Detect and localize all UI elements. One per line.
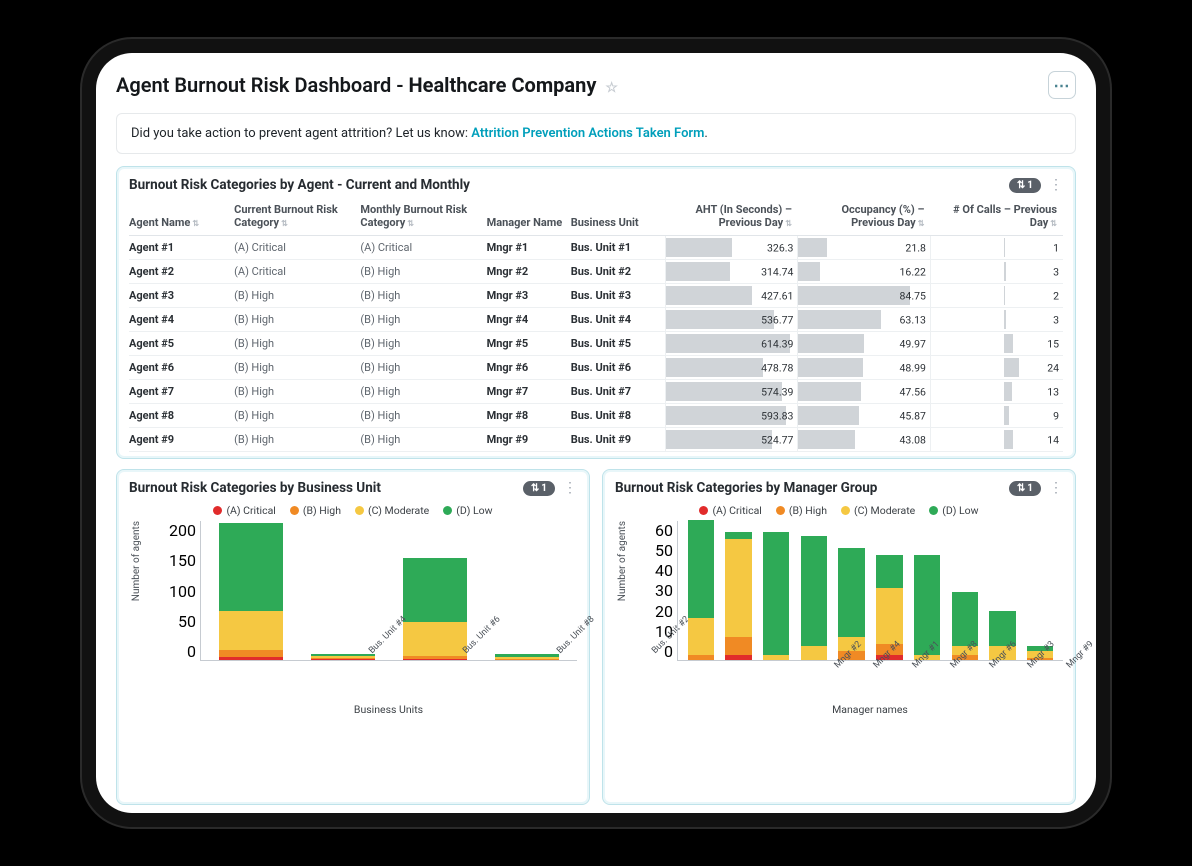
title-bar: Agent Burnout Risk Dashboard - Healthcar… xyxy=(116,71,1076,99)
col-occupancy[interactable]: Occupancy (%) – Previous Day⇅ xyxy=(798,199,931,236)
table-row[interactable]: Agent #4(B) High(B) HighMngr #4Bus. Unit… xyxy=(129,308,1063,332)
panel-menu-icon[interactable]: ⋮ xyxy=(1049,177,1063,193)
panel-menu-icon[interactable]: ⋮ xyxy=(1049,480,1063,496)
bar[interactable] xyxy=(205,523,297,660)
table-row[interactable]: Agent #6(B) High(B) HighMngr #6Bus. Unit… xyxy=(129,356,1063,380)
bu-chart-title: Burnout Risk Categories by Business Unit xyxy=(129,480,381,496)
x-axis-label: Business Units xyxy=(200,703,577,716)
x-axis-label: Manager names xyxy=(677,703,1063,716)
bar[interactable] xyxy=(757,532,795,660)
mgr-chart-title: Burnout Risk Categories by Manager Group xyxy=(615,480,877,496)
panel-menu-icon[interactable]: ⋮ xyxy=(563,480,577,496)
y-axis-label: Number of agents xyxy=(129,521,169,601)
mgr-chart-bars[interactable] xyxy=(677,521,1063,661)
sort-icon: ⇅ xyxy=(281,219,288,228)
bar[interactable] xyxy=(682,520,720,660)
col-calls[interactable]: # Of Calls – Previous Day⇅ xyxy=(930,199,1063,236)
action-banner: Did you take action to prevent agent att… xyxy=(116,113,1076,154)
bar[interactable] xyxy=(297,654,389,660)
col-agent-name[interactable]: Agent Name⇅ xyxy=(129,199,234,236)
panel-controls: ⇅1 ⋮ xyxy=(1009,177,1063,193)
table-header-row: Agent Name⇅ Current Burnout Risk Categor… xyxy=(129,199,1063,236)
filter-badge[interactable]: ⇅1 xyxy=(523,481,555,496)
mgr-chart-area: Number of agents 6050403020100 Mngr #2Mn… xyxy=(615,521,1063,798)
col-manager[interactable]: Manager Name xyxy=(487,199,571,236)
title-prefix: Agent Burnout Risk Dashboard - xyxy=(116,73,409,97)
favorite-star-icon[interactable]: ☆ xyxy=(605,80,618,96)
filter-icon: ⇅ xyxy=(1017,180,1025,191)
page-title: Agent Burnout Risk Dashboard - Healthcar… xyxy=(116,73,618,97)
title-company: Healthcare Company xyxy=(409,73,597,97)
col-aht[interactable]: AHT (In Seconds) – Previous Day⇅ xyxy=(665,199,798,236)
bu-chart-panel: Burnout Risk Categories by Business Unit… xyxy=(116,469,590,805)
agents-table: Agent Name⇅ Current Burnout Risk Categor… xyxy=(129,199,1063,452)
banner-prompt: Did you take action to prevent agent att… xyxy=(131,126,471,141)
y-axis-label: Number of agents xyxy=(615,521,655,601)
bar[interactable] xyxy=(795,536,833,660)
bar[interactable] xyxy=(720,532,758,660)
filter-badge[interactable]: ⇅1 xyxy=(1009,178,1041,193)
table-panel-head: Burnout Risk Categories by Agent - Curre… xyxy=(129,177,1063,193)
col-monthly-risk[interactable]: Monthly Burnout Risk Category⇅ xyxy=(360,199,486,236)
chart-legend: (A) Critical (B) High (C) Moderate (D) L… xyxy=(615,504,1063,517)
table-row[interactable]: Agent #9(B) High(B) HighMngr #9Bus. Unit… xyxy=(129,428,1063,452)
sort-icon: ⇅ xyxy=(785,219,792,228)
filter-badge[interactable]: ⇅1 xyxy=(1009,481,1041,496)
sort-icon: ⇅ xyxy=(407,219,414,228)
chart-legend: (A) Critical (B) High (C) Moderate (D) L… xyxy=(129,504,577,517)
filter-icon: ⇅ xyxy=(531,483,539,494)
sort-icon: ⇅ xyxy=(918,219,925,228)
sort-icon: ⇅ xyxy=(1050,219,1057,228)
col-business-unit[interactable]: Business Unit xyxy=(571,199,666,236)
attrition-form-link[interactable]: Attrition Prevention Actions Taken Form xyxy=(471,126,704,141)
table-title: Burnout Risk Categories by Agent - Curre… xyxy=(129,177,470,193)
table-row[interactable]: Agent #3(B) High(B) HighMngr #3Bus. Unit… xyxy=(129,284,1063,308)
dashboard-screen: Agent Burnout Risk Dashboard - Healthcar… xyxy=(96,53,1096,813)
table-row[interactable]: Agent #1(A) Critical(A) CriticalMngr #1B… xyxy=(129,236,1063,260)
table-row[interactable]: Agent #8(B) High(B) HighMngr #8Bus. Unit… xyxy=(129,404,1063,428)
col-current-risk[interactable]: Current Burnout Risk Category⇅ xyxy=(234,199,360,236)
table-row[interactable]: Agent #5(B) High(B) HighMngr #5Bus. Unit… xyxy=(129,332,1063,356)
table-row[interactable]: Agent #2(A) Critical(B) HighMngr #2Bus. … xyxy=(129,260,1063,284)
charts-row: Burnout Risk Categories by Business Unit… xyxy=(116,469,1076,805)
sort-icon: ⇅ xyxy=(192,219,199,228)
agents-table-panel: Burnout Risk Categories by Agent - Curre… xyxy=(116,166,1076,459)
bu-chart-area: Number of agents 200150100500 Bus. Unit … xyxy=(129,521,577,798)
table-row[interactable]: Agent #7(B) High(B) HighMngr #7Bus. Unit… xyxy=(129,380,1063,404)
page-menu-button[interactable]: ⋯ xyxy=(1048,71,1076,99)
filter-icon: ⇅ xyxy=(1017,483,1025,494)
device-frame: Agent Burnout Risk Dashboard - Healthcar… xyxy=(96,53,1096,813)
